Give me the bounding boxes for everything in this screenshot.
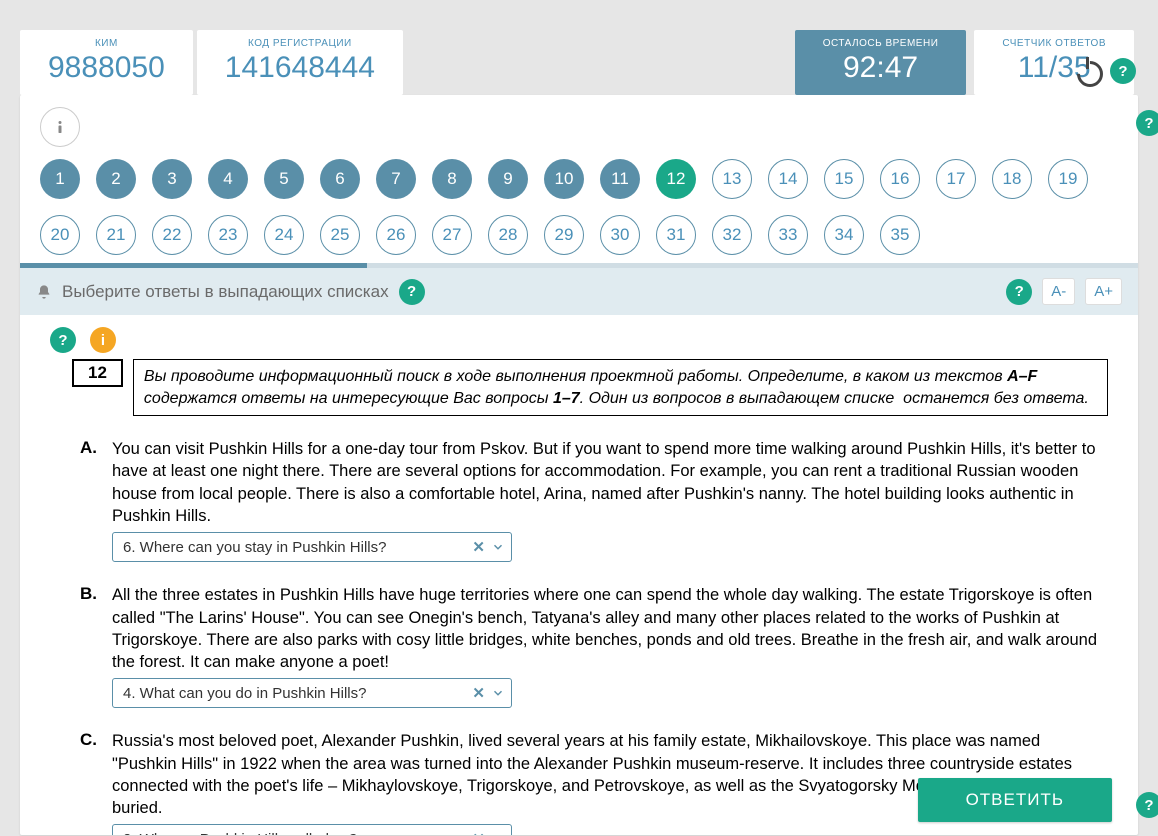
answer-dropdown-B[interactable]: 4. What can you do in Pushkin Hills?✕	[112, 678, 512, 708]
chevron-down-icon	[491, 540, 505, 554]
question-nav-4[interactable]: 4	[208, 159, 248, 199]
question-nav-28[interactable]: 28	[488, 215, 528, 255]
question-nav-11[interactable]: 11	[600, 159, 640, 199]
question-nav-22[interactable]: 22	[152, 215, 192, 255]
registration-label: КОД РЕГИСТРАЦИИ	[225, 38, 375, 49]
question-content[interactable]: ? i 12 Вы проводите информационный поиск…	[20, 315, 1138, 835]
question-nav-2[interactable]: 2	[96, 159, 136, 199]
question-info-button[interactable]: i	[90, 327, 116, 353]
bell-icon	[36, 284, 52, 300]
question-nav-32[interactable]: 32	[712, 215, 752, 255]
progress-bar	[20, 263, 1138, 268]
counter-label: СЧЕТЧИК ОТВЕТОВ	[1002, 38, 1106, 49]
footer-help-button[interactable]: ?	[1136, 792, 1158, 818]
answer-dropdown-A[interactable]: 6. Where can you stay in Pushkin Hills?✕	[112, 532, 512, 562]
question-nav-10[interactable]: 10	[544, 159, 584, 199]
question-nav-16[interactable]: 16	[880, 159, 920, 199]
question-nav-23[interactable]: 23	[208, 215, 248, 255]
time-value: 92:47	[823, 51, 939, 85]
passage-A: A.You can visit Pushkin Hills for a one-…	[50, 438, 1108, 562]
passage-B: B.All the three estates in Pushkin Hills…	[50, 584, 1108, 708]
passage-letter: C.	[80, 730, 104, 835]
question-help-button[interactable]: ?	[50, 327, 76, 353]
passage-letter: A.	[80, 438, 104, 562]
help-button-top[interactable]: ?	[1110, 58, 1136, 84]
instruction-help-button[interactable]: ?	[399, 279, 425, 305]
dropdown-clear-icon[interactable]: ✕	[466, 830, 491, 835]
answer-dropdown-C[interactable]: 2. Why are Pushkin Hills called so?✕	[112, 824, 512, 835]
question-nav-21[interactable]: 21	[96, 215, 136, 255]
question-nav-33[interactable]: 33	[768, 215, 808, 255]
side-help-button[interactable]: ?	[1136, 110, 1158, 136]
progress-fill	[20, 263, 367, 268]
power-icon	[1075, 59, 1099, 83]
font-increase-button[interactable]: A+	[1085, 278, 1122, 305]
question-nav-19[interactable]: 19	[1048, 159, 1088, 199]
registration-box: КОД РЕГИСТРАЦИИ 141648444	[197, 30, 403, 95]
dropdown-value: 4. What can you do in Pushkin Hills?	[123, 685, 466, 702]
question-nav-24[interactable]: 24	[264, 215, 304, 255]
question-nav-34[interactable]: 34	[824, 215, 864, 255]
instruction-text: Выберите ответы в выпадающих списках	[62, 282, 389, 302]
submit-answer-button[interactable]: ОТВЕТИТЬ	[918, 778, 1112, 822]
question-nav-1[interactable]: 1	[40, 159, 80, 199]
registration-value: 141648444	[225, 51, 375, 85]
instruction-bar: Выберите ответы в выпадающих списках ? ?…	[20, 268, 1138, 315]
question-task: Вы проводите информационный поиск в ходе…	[133, 359, 1108, 416]
dropdown-value: 6. Where can you stay in Pushkin Hills?	[123, 539, 466, 556]
question-nav-15[interactable]: 15	[824, 159, 864, 199]
main-panel: 1234567891011121314151617181920212223242…	[20, 95, 1138, 835]
question-nav-18[interactable]: 18	[992, 159, 1032, 199]
font-decrease-button[interactable]: A-	[1042, 278, 1075, 305]
question-nav-6[interactable]: 6	[320, 159, 360, 199]
passage-letter: B.	[80, 584, 104, 708]
passage-text: You can visit Pushkin Hills for a one-da…	[112, 438, 1102, 527]
question-nav-25[interactable]: 25	[320, 215, 360, 255]
question-nav-29[interactable]: 29	[544, 215, 584, 255]
question-number: 12	[72, 359, 123, 387]
time-remaining-box: ОСТАЛОСЬ ВРЕМЕНИ 92:47	[795, 30, 967, 95]
content-help-button[interactable]: ?	[1006, 279, 1032, 305]
question-nav-8[interactable]: 8	[432, 159, 472, 199]
question-nav-13[interactable]: 13	[712, 159, 752, 199]
question-nav-31[interactable]: 31	[656, 215, 696, 255]
question-nav-5[interactable]: 5	[264, 159, 304, 199]
kim-box: КИМ 9888050	[20, 30, 193, 95]
dropdown-value: 2. Why are Pushkin Hills called so?	[123, 831, 466, 835]
question-nav-7[interactable]: 7	[376, 159, 416, 199]
question-nav-26[interactable]: 26	[376, 215, 416, 255]
info-icon	[51, 118, 69, 136]
passage-text: All the three estates in Pushkin Hills h…	[112, 584, 1102, 673]
chevron-down-icon	[491, 832, 505, 835]
question-nav-12[interactable]: 12	[656, 159, 696, 199]
question-nav-14[interactable]: 14	[768, 159, 808, 199]
question-nav-35[interactable]: 35	[880, 215, 920, 255]
chevron-down-icon	[491, 686, 505, 700]
question-nav-20[interactable]: 20	[40, 215, 80, 255]
time-label: ОСТАЛОСЬ ВРЕМЕНИ	[823, 38, 939, 49]
nav-info-button[interactable]	[40, 107, 80, 147]
question-nav-27[interactable]: 27	[432, 215, 472, 255]
question-nav-9[interactable]: 9	[488, 159, 528, 199]
question-nav-3[interactable]: 3	[152, 159, 192, 199]
question-nav-17[interactable]: 17	[936, 159, 976, 199]
kim-value: 9888050	[48, 51, 165, 85]
kim-label: КИМ	[48, 38, 165, 49]
dropdown-clear-icon[interactable]: ✕	[466, 684, 491, 702]
question-nav-30[interactable]: 30	[600, 215, 640, 255]
question-nav: 1234567891011121314151617181920212223242…	[20, 95, 1138, 263]
dropdown-clear-icon[interactable]: ✕	[466, 538, 491, 556]
power-button[interactable]	[1072, 56, 1102, 86]
